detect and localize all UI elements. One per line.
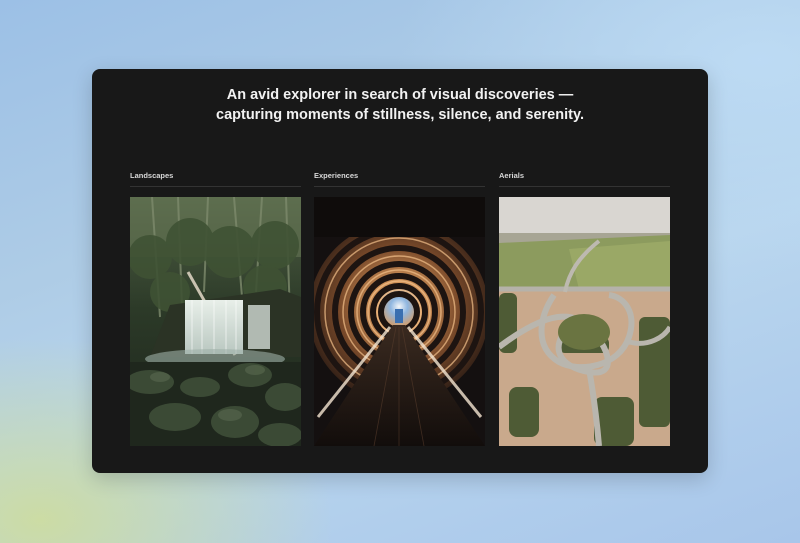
category-landscapes: Landscapes xyxy=(130,170,301,187)
waterfall-forest-image xyxy=(130,197,301,446)
category-divider xyxy=(130,186,301,187)
experiences-photo[interactable] xyxy=(314,197,485,446)
category-divider xyxy=(499,186,670,187)
category-label-landscapes[interactable]: Landscapes xyxy=(130,170,301,182)
category-label-experiences[interactable]: Experiences xyxy=(314,170,485,182)
landscapes-photo[interactable] xyxy=(130,197,301,446)
hero-headline-line-1: An avid explorer in search of visual dis… xyxy=(226,87,574,103)
hero-headline: An avid explorer in search of visual dis… xyxy=(92,85,708,125)
category-divider xyxy=(314,186,485,187)
aerials-photo[interactable] xyxy=(499,197,670,446)
category-aerials: Aerials xyxy=(499,170,670,187)
category-label-aerials[interactable]: Aerials xyxy=(499,170,670,182)
category-experiences: Experiences xyxy=(314,170,485,187)
aerial-roundabout-image xyxy=(499,197,670,446)
portfolio-card: An avid explorer in search of visual dis… xyxy=(92,69,708,473)
illuminated-tunnel-image xyxy=(314,197,485,446)
hero-headline-line-2: capturing moments of stillness, silence,… xyxy=(216,107,584,123)
